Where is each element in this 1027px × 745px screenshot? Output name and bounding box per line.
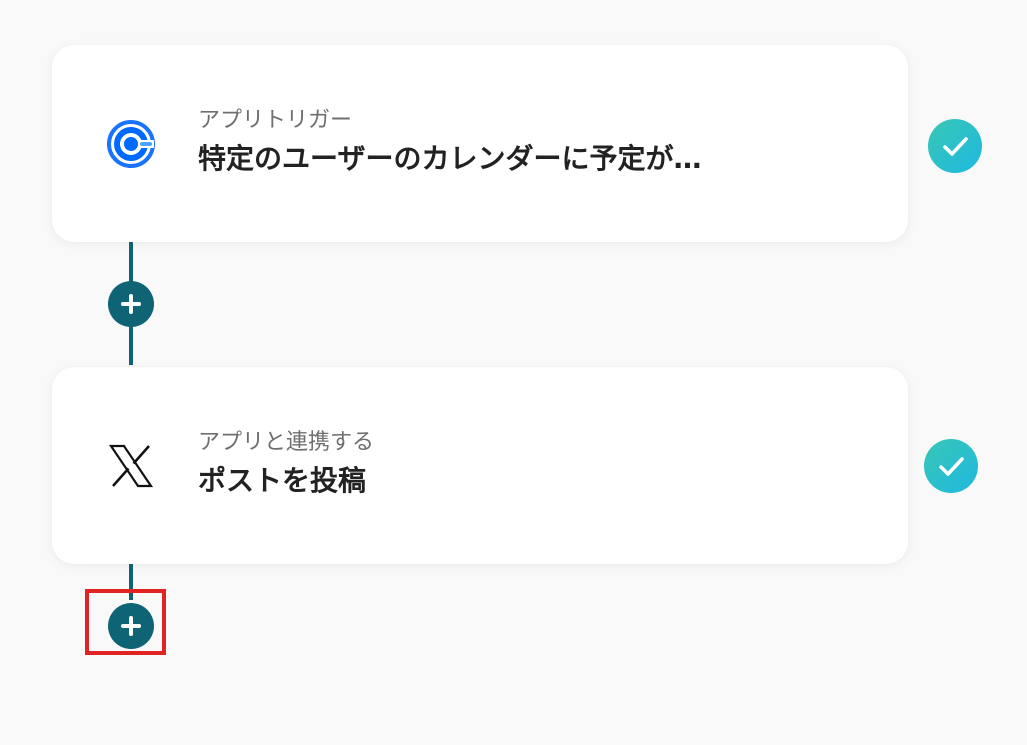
- flow-step-card-action[interactable]: アプリと連携する ポストを投稿: [52, 367, 908, 564]
- add-step-button[interactable]: [108, 603, 154, 649]
- add-step-button[interactable]: [108, 281, 154, 327]
- step-title: 特定のユーザーのカレンダーに予定が…: [198, 142, 702, 175]
- flow-connector-line: [129, 564, 133, 600]
- x-logo-icon: [106, 441, 156, 491]
- step-label: アプリと連携する: [198, 430, 375, 455]
- completed-check-icon: [924, 439, 978, 493]
- plus-icon: [121, 616, 141, 636]
- flow-step-card-trigger[interactable]: アプリトリガー 特定のユーザーのカレンダーに予定が…: [52, 45, 908, 242]
- step-label: アプリトリガー: [198, 108, 353, 133]
- step-title: ポストを投稿: [198, 464, 367, 497]
- completed-check-icon: [928, 119, 982, 173]
- plus-icon: [121, 294, 141, 314]
- calendly-icon: [106, 119, 156, 169]
